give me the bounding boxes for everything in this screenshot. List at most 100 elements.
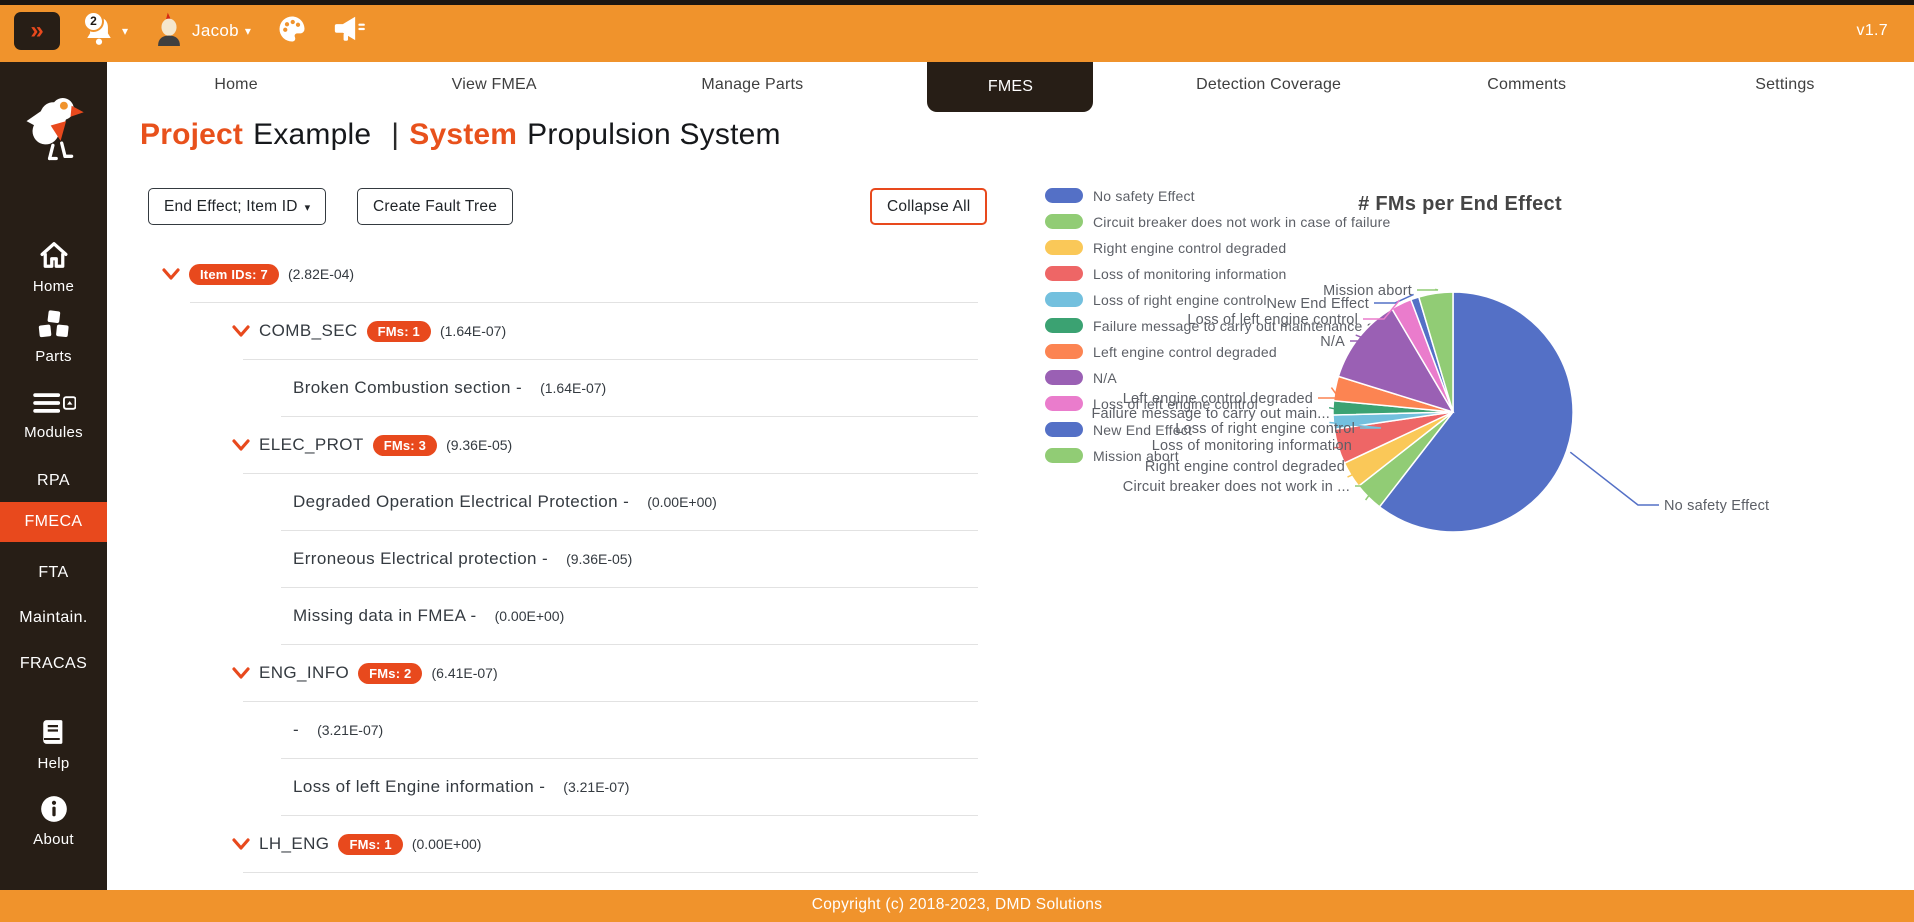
tree-item-label: ELEC_PROT: [259, 435, 364, 455]
tree-leaf-row[interactable]: Degraded Operation Electrical Protection…: [148, 474, 978, 530]
tree-item-label: Degraded Operation Electrical Protection…: [293, 492, 629, 512]
tree-group-row[interactable]: LH_ENGFMs: 1(0.00E+00): [148, 816, 978, 872]
failure-rate-value: (3.21E-07): [317, 722, 383, 738]
sidebar-item-label: Home: [0, 278, 107, 295]
tree-leaf-row[interactable]: Erroneous Electrical protection -(9.36E-…: [148, 531, 978, 587]
legend-item[interactable]: No safety Effect: [1045, 188, 1405, 203]
sidebar-item-label: FRACAS: [20, 655, 87, 672]
dmd-robin-logo[interactable]: [0, 92, 107, 175]
slice-callout-label: No safety Effect: [1664, 498, 1769, 514]
announcements-megaphone-icon[interactable]: [333, 14, 365, 49]
sidebar-item-parts[interactable]: Parts: [0, 310, 107, 365]
count-badge: FMs: 3: [373, 435, 437, 456]
user-menu-caret-icon[interactable]: ▾: [245, 24, 251, 38]
tree-item-label: -: [293, 720, 299, 740]
legend-item[interactable]: Left engine control degraded: [1045, 344, 1405, 359]
legend-swatch: [1045, 344, 1083, 359]
legend-item[interactable]: New End Effect: [1045, 422, 1405, 437]
tree-item-label: Broken Combustion section -: [293, 378, 522, 398]
tree-leaf-row[interactable]: Loss of left Engine information -(3.21E-…: [148, 759, 978, 815]
legend-label: Loss of right engine control: [1093, 292, 1267, 308]
notification-count-badge: 2: [83, 11, 104, 32]
theme-palette-icon[interactable]: [277, 14, 307, 49]
tab-detection-coverage[interactable]: Detection Coverage: [1140, 62, 1398, 108]
slice-callout-label: Circuit breaker does not work in ...: [1123, 479, 1350, 495]
tab-home[interactable]: Home: [107, 62, 365, 108]
legend-item[interactable]: Right engine control degraded: [1045, 240, 1405, 255]
tree-group-row[interactable]: ENG_INFOFMs: 2(6.41E-07): [148, 645, 978, 701]
legend-label: Circuit breaker does not work in case of…: [1093, 214, 1391, 230]
sidebar-item-maintain[interactable]: Maintain.: [0, 598, 107, 638]
legend-item[interactable]: Circuit breaker does not work in case of…: [1045, 214, 1405, 229]
tab-comments[interactable]: Comments: [1398, 62, 1656, 108]
failure-rate-value: (0.00E+00): [647, 494, 717, 510]
project-label: Project: [140, 118, 243, 151]
tree-leaf-row[interactable]: Missing data in FMEA -(0.00E+00): [148, 588, 978, 644]
tab-settings[interactable]: Settings: [1656, 62, 1914, 108]
chevron-down-icon[interactable]: [232, 438, 250, 452]
sidebar-toggle-button[interactable]: »: [14, 12, 60, 50]
tab-fmes[interactable]: FMES: [881, 62, 1139, 108]
notifications-bell[interactable]: 2: [82, 14, 116, 48]
chevron-down-icon[interactable]: [232, 837, 250, 851]
tree-group-row[interactable]: Item IDs: 7(2.82E-04): [148, 246, 978, 302]
main-content: ProjectExample|SystemPropulsion System E…: [107, 108, 1914, 890]
chevron-down-icon[interactable]: [232, 666, 250, 680]
sidebar-item-label: FTA: [38, 564, 68, 581]
tree-row-divider: [243, 872, 978, 873]
sidebar-item-about[interactable]: About: [0, 795, 107, 848]
legend-item[interactable]: Loss of monitoring information: [1045, 266, 1405, 281]
callout-leader-line: [1355, 486, 1376, 500]
legend-label: Mission abort: [1093, 448, 1179, 464]
legend-swatch: [1045, 318, 1083, 333]
sidebar-item-label: Parts: [0, 348, 107, 365]
legend-swatch: [1045, 396, 1083, 411]
tree-group-row[interactable]: ELEC_PROTFMs: 3(9.36E-05): [148, 417, 978, 473]
tree-leaf-row[interactable]: - (3.21E-07): [148, 702, 978, 758]
legend-label: Loss of left engine control: [1093, 396, 1258, 412]
legend-swatch: [1045, 448, 1083, 463]
sidebar-item-rpa[interactable]: RPA: [0, 461, 107, 501]
sidebar-item-fmeca[interactable]: FMECA: [0, 502, 107, 542]
pie-slice[interactable]: [1419, 292, 1453, 412]
tree-group-row[interactable]: COMB_SECFMs: 1(1.64E-07): [148, 303, 978, 359]
bell-caret-icon[interactable]: ▾: [122, 24, 128, 38]
tab-manage-parts[interactable]: Manage Parts: [623, 62, 881, 108]
failure-rate-value: (2.82E-04): [288, 266, 354, 282]
sidebar-item-modules[interactable]: Modules: [0, 390, 107, 441]
legend-swatch: [1045, 214, 1083, 229]
parts-icon: [38, 327, 70, 344]
tab-label: Comments: [1487, 62, 1566, 108]
create-fault-tree-button[interactable]: Create Fault Tree: [357, 188, 513, 225]
avatar[interactable]: [154, 12, 184, 51]
chevron-down-icon[interactable]: [162, 267, 180, 281]
pie-slice[interactable]: [1411, 297, 1453, 412]
sidebar-item-fracas[interactable]: FRACAS: [0, 644, 107, 684]
tree-item-label: COMB_SEC: [259, 321, 358, 341]
chevron-down-icon[interactable]: [232, 324, 250, 338]
sort-dropdown-label: End Effect; Item ID: [164, 198, 298, 215]
tab-label: Manage Parts: [701, 62, 803, 108]
tab-label: FMES: [927, 62, 1093, 112]
page-title: ProjectExample|SystemPropulsion System: [140, 118, 781, 152]
pie-slice[interactable]: [1380, 292, 1574, 532]
legend-swatch: [1045, 422, 1083, 437]
dropdown-caret-icon: ▾: [305, 202, 311, 214]
legend-item[interactable]: Mission abort: [1045, 448, 1405, 463]
tree-item-label: Loss of left Engine information -: [293, 777, 545, 797]
top-bar: » 2 ▾ Jacob ▾ v1.7: [0, 0, 1914, 62]
legend-item[interactable]: Loss of left engine control: [1045, 396, 1405, 411]
sort-dropdown[interactable]: End Effect; Item ID ▾: [148, 188, 326, 225]
sidebar-item-fta[interactable]: FTA: [0, 553, 107, 593]
tree-leaf-row[interactable]: Broken Combustion section -(1.64E-07): [148, 360, 978, 416]
legend-item[interactable]: Loss of right engine control: [1045, 292, 1405, 307]
collapse-all-button[interactable]: Collapse All: [870, 188, 987, 225]
legend-item[interactable]: N/A: [1045, 370, 1405, 385]
legend-label: New End Effect: [1093, 422, 1192, 438]
username-label[interactable]: Jacob: [192, 21, 239, 41]
sidebar-item-home[interactable]: Home: [0, 240, 107, 295]
sidebar-item-help[interactable]: Help: [0, 717, 107, 772]
sidebar-item-label: Help: [0, 755, 107, 772]
tab-view-fmea[interactable]: View FMEA: [365, 62, 623, 108]
legend-item[interactable]: Failure message to carry out maintenance…: [1045, 318, 1405, 333]
